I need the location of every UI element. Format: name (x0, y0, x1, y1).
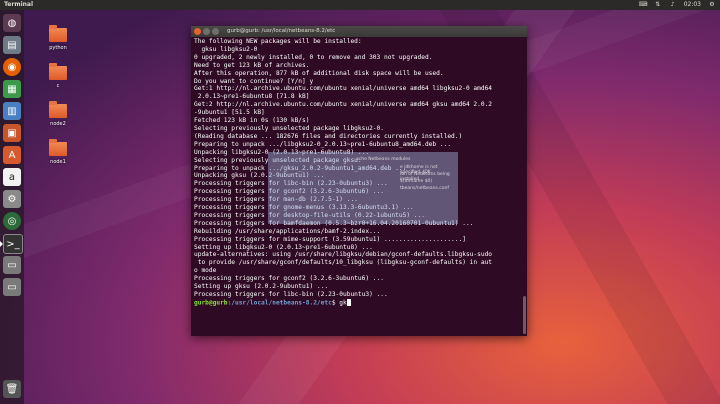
desktop-folder-label: node2 (50, 121, 66, 127)
terminal-line: Fetched 123 kB in 0s (130 kB/s) (194, 117, 310, 125)
clock[interactable]: 02:03 (684, 0, 701, 10)
desktop-folder-node1[interactable]: node1 (40, 139, 76, 165)
prompt-path: :/usr/local/netbeans-8.2/etc (227, 299, 332, 307)
terminal-title: gurb@gurb: /usr/local/netbeans-8.2/etc (227, 28, 336, 34)
terminal-line: Processing triggers for libc-bin (2.23-0… (194, 180, 388, 188)
terminal-line: Unpacking gksu (2.0.2-9ubuntu1) ... (194, 172, 325, 180)
libreoffice-writer-icon[interactable]: ▥ (3, 102, 21, 120)
terminal-line: Get:1 http://nl.archive.ubuntu.com/ubunt… (194, 85, 493, 93)
terminal-line: Processing triggers for man-db (2.7.5-1)… (194, 196, 358, 204)
text-cursor (346, 298, 351, 306)
terminal-line: Do you want to continue? [Y/n] y (194, 77, 314, 85)
desktop-folder-label: node1 (50, 159, 66, 165)
scrollbar-thumb[interactable] (523, 296, 526, 334)
terminal-line: Setting up gksu (2.0.2-9ubuntu1) ... (194, 283, 329, 291)
terminal-line: (Reading database ... 182676 files and d… (194, 132, 463, 140)
terminal-icon[interactable]: >_ (3, 234, 23, 254)
firefox-icon[interactable]: ◉ (3, 58, 21, 76)
terminal-line: Selecting previously unselected package … (194, 124, 384, 132)
sound-icon[interactable]: ♪ (669, 0, 677, 10)
terminal-line: Processing triggers for mime-support (3.… (194, 235, 466, 243)
command-prompt[interactable]: gurb@gurb:/usr/local/netbeans-8.2/etc$ g… (194, 298, 524, 307)
top-panel: Terminal ⌨ ⇅ ♪ 02:03 ⚙ (0, 0, 720, 10)
minimize-icon[interactable] (203, 28, 210, 35)
close-icon[interactable] (194, 28, 201, 35)
terminal-line: Preparing to unpack .../gksu_2.0.2-9ubun… (194, 164, 407, 172)
system-settings-icon[interactable]: ⚙ (3, 190, 21, 208)
terminal-line: Processing triggers for libc-bin (2.23-0… (194, 291, 388, 298)
terminal-line: Setting up libgksu2-0 (2.0.13~pre1-6ubun… (194, 243, 373, 251)
terminal-line: update-alternatives: using /usr/share/li… (194, 251, 493, 259)
terminal-line: Processing triggers for gconf2 (3.2.6-3u… (194, 188, 384, 196)
keyboard-icon[interactable]: ⌨ (639, 0, 648, 10)
terminal-line: Rebuilding /usr/share/applications/bamf-… (194, 227, 381, 235)
amazon-icon[interactable]: a (3, 168, 21, 186)
terminal-line: -9ubuntu1 [51.5 kB] (194, 109, 265, 117)
terminal-line: Unpacking libgksu2-0 (2.0.13~pre1-6ubunt… (194, 148, 370, 156)
drive-icon-2[interactable]: ▭ (3, 278, 21, 296)
network-icon[interactable]: ⇅ (654, 0, 662, 10)
command-input[interactable]: gk (339, 299, 346, 306)
desktop-folder-python[interactable]: python (40, 25, 76, 51)
terminal-line: Processing triggers for gconf2 (3.2.6-3u… (194, 275, 384, 283)
desktop-folder-node2[interactable]: node2 (40, 101, 76, 127)
maximize-icon[interactable] (212, 28, 219, 35)
terminal-line: 2.0.13~pre1-6ubuntu8 [71.8 kB] (194, 93, 310, 101)
terminal-line: gksu libgksu2-0 (194, 45, 258, 53)
terminal-line: Processing triggers for gnome-menus (3.1… (194, 204, 414, 212)
terminal-line: Preparing to unpack .../libgksu2-0_2.0.1… (194, 140, 452, 148)
indicator-area: ⌨ ⇅ ♪ 02:03 ⚙ (639, 0, 716, 10)
terminal-line: o mode (194, 267, 217, 275)
drive-icon[interactable]: ▭ (3, 256, 21, 274)
terminal-titlebar[interactable]: gurb@gurb: /usr/local/netbeans-8.2/etc (191, 26, 527, 37)
libreoffice-calc-icon[interactable]: ▦ (3, 80, 21, 98)
prompt-user: gurb@gurb (194, 299, 228, 307)
terminal-line: Processing triggers for desktop-file-uti… (194, 211, 425, 219)
desktop-folder-label: c (56, 83, 60, 89)
terminal-scrollbar[interactable] (523, 38, 526, 334)
folder-icon (49, 139, 67, 156)
launcher: ◍ ▤ ◉ ▦ ▥ ▣ A a ⚙ ◎ >_ ▭ ▭ 🗑 (0, 10, 24, 404)
terminal-line: 0 upgraded, 2 newly installed, 0 to remo… (194, 53, 433, 61)
folder-icon (49, 101, 67, 118)
terminal-line: to provide /usr/share/gconf/defaults/10_… (194, 259, 493, 267)
terminal-line: Get:2 http://nl.archive.ubuntu.com/ubunt… (194, 101, 493, 109)
active-app-title: Terminal (4, 1, 34, 8)
netbeans-icon[interactable]: ◎ (3, 212, 21, 230)
folder-icon (49, 25, 67, 42)
terminal-line: The following NEW packages will be insta… (194, 38, 362, 45)
desktop-folder-c[interactable]: c (40, 63, 76, 89)
terminal-line: Need to get 123 kB of archives. (194, 61, 310, 69)
terminal-output[interactable]: The following NEW packages will be insta… (191, 37, 527, 335)
power-gear-icon[interactable]: ⚙ (708, 0, 716, 10)
ubuntu-software-icon[interactable]: A (3, 146, 21, 164)
terminal-line: Processing triggers for bamfdaemon (0.5.… (194, 219, 474, 227)
dash-home-icon[interactable]: ◍ (3, 14, 21, 32)
desktop-folder-label: python (49, 45, 67, 51)
libreoffice-impress-icon[interactable]: ▣ (3, 124, 21, 142)
trash-icon[interactable]: 🗑 (3, 380, 21, 398)
terminal-window[interactable]: gurb@gurb: /usr/local/netbeans-8.2/etc T… (191, 26, 527, 336)
folder-icon (49, 63, 67, 80)
files-icon[interactable]: ▤ (3, 36, 21, 54)
terminal-line: After this operation, 877 kB of addition… (194, 69, 444, 77)
terminal-line: Selecting previously unselected package … (194, 156, 362, 164)
